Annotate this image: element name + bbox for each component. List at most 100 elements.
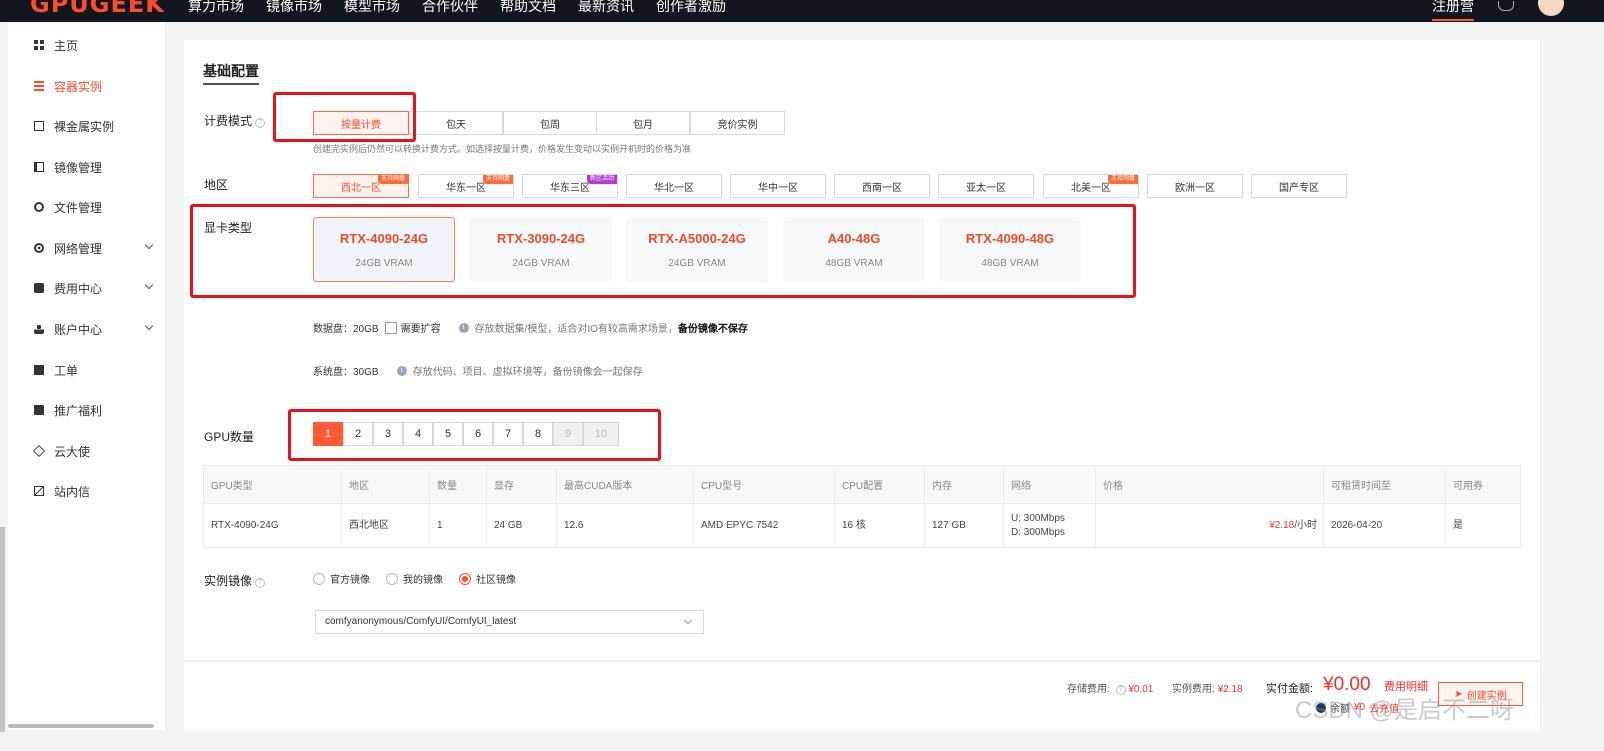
gpu-card-4090-48g[interactable]: RTX-4090-48G 48GB VRAM [939, 217, 1081, 282]
billing-option-weekly[interactable]: 包周 [503, 111, 597, 135]
col-header: CPU型号 [693, 465, 835, 504]
cell-gpu: RTX-4090-24G [203, 503, 342, 548]
nav-item-image[interactable]: 镜像市场 [266, 0, 322, 16]
storage-fee-value: ¥0.01 [1128, 684, 1154, 695]
sidebar-item-images[interactable]: 镜像管理 [8, 155, 166, 179]
info-icon: i [396, 365, 407, 376]
radio-mine[interactable]: 我的镜像 [386, 571, 443, 586]
notification-icon[interactable] [1498, 1, 1514, 11]
sidebar-item-baremetal[interactable]: 裸金属实例 [8, 114, 166, 138]
sidebar-item-promo[interactable]: 推广福利 [8, 398, 166, 422]
gpu-card-a40-48g[interactable]: A40-48G 48GB VRAM [783, 217, 925, 282]
price-unit: /小时 [1294, 519, 1317, 531]
gpu-count-4[interactable]: 4 [403, 422, 433, 446]
gpu-card-a5000-24g[interactable]: RTX-A5000-24G 24GB VRAM [626, 217, 768, 282]
doc-icon [34, 365, 44, 375]
sidebar-item-label: 网络管理 [54, 241, 103, 256]
page-scrollbar[interactable] [0, 527, 5, 732]
gpu-count-8[interactable]: 8 [523, 422, 553, 446]
billing-option-daily[interactable]: 包天 [409, 111, 503, 135]
gpu-count-7[interactable]: 7 [493, 422, 523, 446]
expand-checkbox[interactable] [384, 321, 397, 334]
sidebar-item-billing[interactable]: 费用中心 [8, 276, 166, 300]
gpu-card-3090-24g[interactable]: RTX-3090-24G 24GB VRAM [470, 217, 612, 282]
nav-item-creator[interactable]: 创作者激励 [656, 0, 726, 16]
region-option-e1[interactable]: 华东一区 支持网盘 [418, 174, 514, 198]
info-icon: i [458, 322, 469, 333]
sidebar-item-network[interactable]: 网络管理 [8, 236, 166, 260]
sidebar-item-ticket[interactable]: 工单 [8, 358, 166, 382]
section-title: 基础配置 [203, 63, 259, 85]
net-up: U: 300Mbps [1011, 512, 1065, 524]
billing-hint: 创建完实例后仍然可以转换计费方式。如选择按量计费，价格发生变动以实例开机时的价格… [313, 144, 692, 154]
gift-icon [34, 405, 44, 415]
cell-network: U: 300Mbps D: 300Mbps [1003, 503, 1096, 548]
col-header: 可用券 [1445, 465, 1521, 504]
spec-table: GPU类型 地区 数量 显存 最高CUDA版本 CPU型号 CPU配置 内存 网… [203, 465, 1521, 548]
gpu-card-4090-24g[interactable]: RTX-4090-24G 24GB VRAM [313, 217, 455, 282]
server-icon [34, 121, 44, 131]
region-option-na1[interactable]: 北美一区 支持网盘 [1043, 174, 1139, 198]
sidebar-item-messages[interactable]: 站内信 [8, 479, 166, 503]
sidebar-item-ambassador[interactable]: 云大使 [8, 439, 166, 463]
region-option-n1[interactable]: 华北一区 [626, 174, 722, 198]
billing-option-spot[interactable]: 竞价实例 [690, 111, 785, 135]
cell-region: 西北地区 [341, 503, 430, 548]
cell-coupon: 是 [1445, 503, 1521, 548]
col-header: GPU类型 [203, 465, 342, 504]
region-name: 西南一区 [862, 182, 902, 194]
sidebar-item-account[interactable]: 账户中心 [8, 317, 166, 341]
sidebar-item-home[interactable]: 主页 [8, 33, 166, 57]
gpu-count-2[interactable]: 2 [343, 422, 373, 446]
nav-item-partner[interactable]: 合作伙伴 [422, 0, 478, 16]
sidebar-item-label: 账户中心 [54, 322, 103, 337]
nav-item-docs[interactable]: 帮助文档 [500, 0, 556, 16]
data-disk-warning: 备份镜像不保存 [677, 324, 748, 335]
col-header: 数量 [429, 465, 487, 504]
sidebar-item-container[interactable]: 容器实例 [8, 74, 166, 98]
nav-item-news[interactable]: 最新资讯 [578, 0, 634, 16]
billing-option-payg[interactable]: 按量计费 [313, 111, 409, 135]
region-name: 华中一区 [758, 182, 798, 194]
region-option-c1[interactable]: 华中一区 [730, 174, 826, 198]
radio-circle[interactable] [313, 573, 325, 585]
help-icon[interactable]: ? [1115, 685, 1126, 695]
mail-icon [34, 486, 44, 496]
sidebar-item-files[interactable]: 文件管理 [8, 195, 166, 219]
gpu-vram: 24GB VRAM [512, 258, 570, 269]
col-header: 网络 [1003, 465, 1096, 504]
radio-circle[interactable] [459, 573, 471, 585]
avatar[interactable] [1538, 0, 1564, 16]
gpu-count-5[interactable]: 5 [433, 422, 463, 446]
image-select[interactable]: comfyanonymous/ComfyUI/ComfyUI_latest [315, 610, 704, 634]
film-icon [34, 162, 44, 172]
help-icon[interactable]: ? [255, 118, 266, 128]
gpu-count-3[interactable]: 3 [373, 422, 403, 446]
region-option-sw1[interactable]: 西南一区 [834, 174, 930, 198]
cell-count: 1 [429, 503, 487, 548]
logo[interactable]: GPUGEEK [30, 0, 165, 18]
region-option-nw1[interactable]: 西北一区 支持网盘 [313, 174, 409, 198]
nav-item-compute[interactable]: 算力市场 [188, 0, 244, 16]
radio-official[interactable]: 官方镜像 [313, 571, 370, 586]
gpu-count-9: 9 [553, 422, 583, 446]
radio-circle[interactable] [386, 573, 398, 585]
expand-label[interactable]: 需要扩容 [401, 320, 441, 335]
cell-vram: 24 GB [486, 503, 557, 548]
gpu-count-1[interactable]: 1 [313, 422, 343, 446]
region-option-eu1[interactable]: 欧洲一区 [1147, 174, 1243, 198]
nav-item-model[interactable]: 模型市场 [344, 0, 400, 16]
region-option-e3[interactable]: 华东三区 新区活动 [522, 174, 618, 198]
radio-label: 社区镜像 [476, 575, 516, 586]
sidebar-item-label: 镜像管理 [54, 160, 103, 175]
sidebar-scrollbar[interactable] [8, 724, 154, 728]
region-option-domestic[interactable]: 国产专区 [1251, 174, 1347, 198]
register-link[interactable]: 注册营 [1432, 0, 1474, 21]
help-icon[interactable]: ? [255, 578, 266, 588]
gpu-count-6[interactable]: 6 [463, 422, 493, 446]
region-name: 北美一区 [1071, 182, 1111, 194]
billing-option-monthly[interactable]: 包月 [596, 111, 690, 135]
region-option-ap1[interactable]: 亚太一区 [938, 174, 1034, 198]
folder-icon [34, 202, 44, 212]
radio-community[interactable]: 社区镜像 [459, 571, 516, 586]
